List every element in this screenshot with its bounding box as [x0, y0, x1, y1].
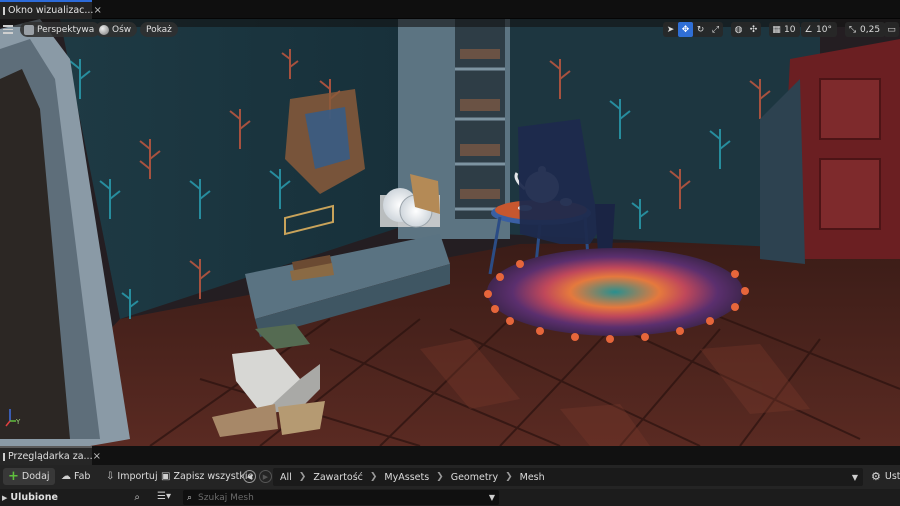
breadcrumb-item-geometry[interactable]: Geometry — [451, 472, 498, 483]
grid-icon: ▦ — [772, 24, 781, 35]
fab-button[interactable]: ☁ Fab — [56, 468, 95, 485]
chevron-right-icon[interactable]: ❯ — [370, 472, 378, 482]
asset-search-box: ⌕ ▼ — [183, 490, 499, 505]
close-icon[interactable]: × — [93, 5, 101, 16]
settings-button[interactable]: ⚙ Ust — [871, 468, 900, 485]
viewport-tab[interactable]: Okno wizualizac... × — [0, 0, 102, 19]
add-label: Dodaj — [21, 471, 50, 482]
scale-icon[interactable]: ⤢ — [708, 22, 723, 37]
chevron-right-icon[interactable]: ❯ — [505, 472, 513, 482]
favorites-section[interactable]: ▶ Ulubione ⌕ — [0, 489, 143, 506]
surface-snap-icon[interactable]: ✣ — [746, 22, 761, 37]
add-button[interactable]: + Dodaj — [3, 468, 55, 485]
breadcrumb-item-content[interactable]: Zawartość — [313, 472, 363, 483]
translate-icon[interactable]: ✥ — [678, 22, 693, 37]
coordinate-tools: ◍ ✣ — [731, 22, 761, 37]
breadcrumb-item-mesh[interactable]: Mesh — [520, 472, 545, 483]
video-camera-icon: ▭ — [887, 24, 896, 35]
folder-icon — [3, 452, 5, 461]
fab-icon: ☁ — [61, 471, 71, 482]
search-icon: ⌕ — [187, 492, 193, 503]
viewport-toolbar: Perspektywa Ośw Pokaż ➤ ✥ ↻ ⤢ ◍ ✣ ▦ 10 ∠… — [0, 19, 900, 41]
scale-snap-value: 0,25 — [860, 24, 881, 35]
hamburger-icon[interactable] — [2, 23, 14, 35]
chevron-right-icon[interactable]: ❯ — [299, 472, 307, 482]
chevron-down-icon[interactable]: ▼ — [852, 473, 858, 482]
show-flags-button[interactable]: Pokaż — [140, 22, 178, 37]
select-icon[interactable]: ➤ — [663, 22, 678, 37]
rotation-snap-control[interactable]: ∠ 10° — [801, 22, 837, 37]
lighting-mode-button[interactable]: Ośw — [95, 22, 138, 37]
transform-tools: ➤ ✥ ↻ ⤢ — [663, 22, 723, 37]
grid-snap-value: 10 — [784, 24, 796, 35]
breadcrumb-item-all[interactable]: All — [280, 472, 292, 483]
globe-icon[interactable]: ◍ — [731, 22, 746, 37]
y-axis-label: Y — [15, 418, 21, 426]
content-browser-secondary-bar: ▶ Ulubione ⌕ ☰▾ ⌕ ▼ — [0, 489, 900, 506]
breadcrumb-item-myassets[interactable]: MyAssets — [384, 472, 429, 483]
show-flags-label: Pokaż — [146, 24, 172, 35]
save-all-label: Zapisz wszystkie — [173, 471, 254, 482]
top-tab-strip: Okno wizualizac... × — [0, 0, 900, 19]
history-navigation: ◀ ▶ — [243, 470, 275, 483]
lighting-mode-label: Ośw — [112, 24, 132, 35]
content-browser-toolbar: + Dodaj ☁ Fab ⇩ Importuj ▣ Zapisz wszyst… — [0, 465, 900, 489]
search-input[interactable] — [198, 492, 469, 503]
sphere-icon — [99, 24, 109, 35]
chevron-right-icon: ▶ — [2, 493, 8, 502]
rotate-icon[interactable]: ↻ — [693, 22, 708, 37]
axis-indicator: Y — [5, 409, 21, 427]
forward-arrow-icon[interactable]: ▶ — [259, 470, 272, 483]
view-mode-button[interactable]: Perspektywa — [20, 22, 101, 37]
close-icon[interactable]: × — [93, 451, 101, 462]
import-button[interactable]: ⇩ Importuj — [101, 468, 163, 485]
chevron-down-icon[interactable]: ▼ — [489, 493, 495, 502]
filter-icon[interactable]: ☰▾ — [157, 491, 171, 502]
fab-label: Fab — [74, 471, 91, 482]
level-viewport[interactable] — [0, 19, 900, 446]
gear-icon: ⚙ — [871, 470, 881, 483]
grid-snap-control[interactable]: ▦ 10 — [769, 22, 801, 37]
camera-speed-control[interactable]: ▭ — [884, 22, 899, 37]
rotation-snap-value: 10° — [816, 24, 832, 35]
document-icon — [3, 6, 5, 15]
import-icon: ⇩ — [106, 471, 115, 482]
scene-render — [0, 19, 900, 446]
import-label: Importuj — [117, 471, 158, 482]
scale-snap-control[interactable]: ⤡ 0,25 — [845, 22, 886, 37]
save-icon: ▣ — [161, 471, 171, 482]
content-browser-tab-label: Przeglądarka za... — [8, 451, 93, 462]
breadcrumb: All ❯ Zawartość ❯ MyAssets ❯ Geometry ❯ … — [273, 468, 863, 486]
scale-snap-icon: ⤡ — [848, 24, 857, 35]
viewport-tab-label: Okno wizualizac... — [8, 5, 94, 16]
content-browser: Przeglądarka za... × + Dodaj ☁ Fab ⇩ Imp… — [0, 446, 900, 506]
angle-icon: ∠ — [804, 24, 813, 35]
view-mode-label: Perspektywa — [37, 24, 95, 35]
plus-icon: + — [8, 469, 19, 484]
content-browser-tab[interactable]: Przeglądarka za... × — [0, 446, 101, 465]
favorites-label: Ulubione — [10, 492, 58, 503]
settings-label: Ust — [884, 471, 900, 482]
back-arrow-icon[interactable]: ◀ — [243, 470, 256, 483]
search-icon[interactable]: ⌕ — [134, 492, 140, 503]
content-browser-tab-strip: Przeglądarka za... × — [0, 446, 900, 465]
chevron-right-icon[interactable]: ❯ — [436, 472, 444, 482]
camera-icon — [24, 24, 34, 35]
